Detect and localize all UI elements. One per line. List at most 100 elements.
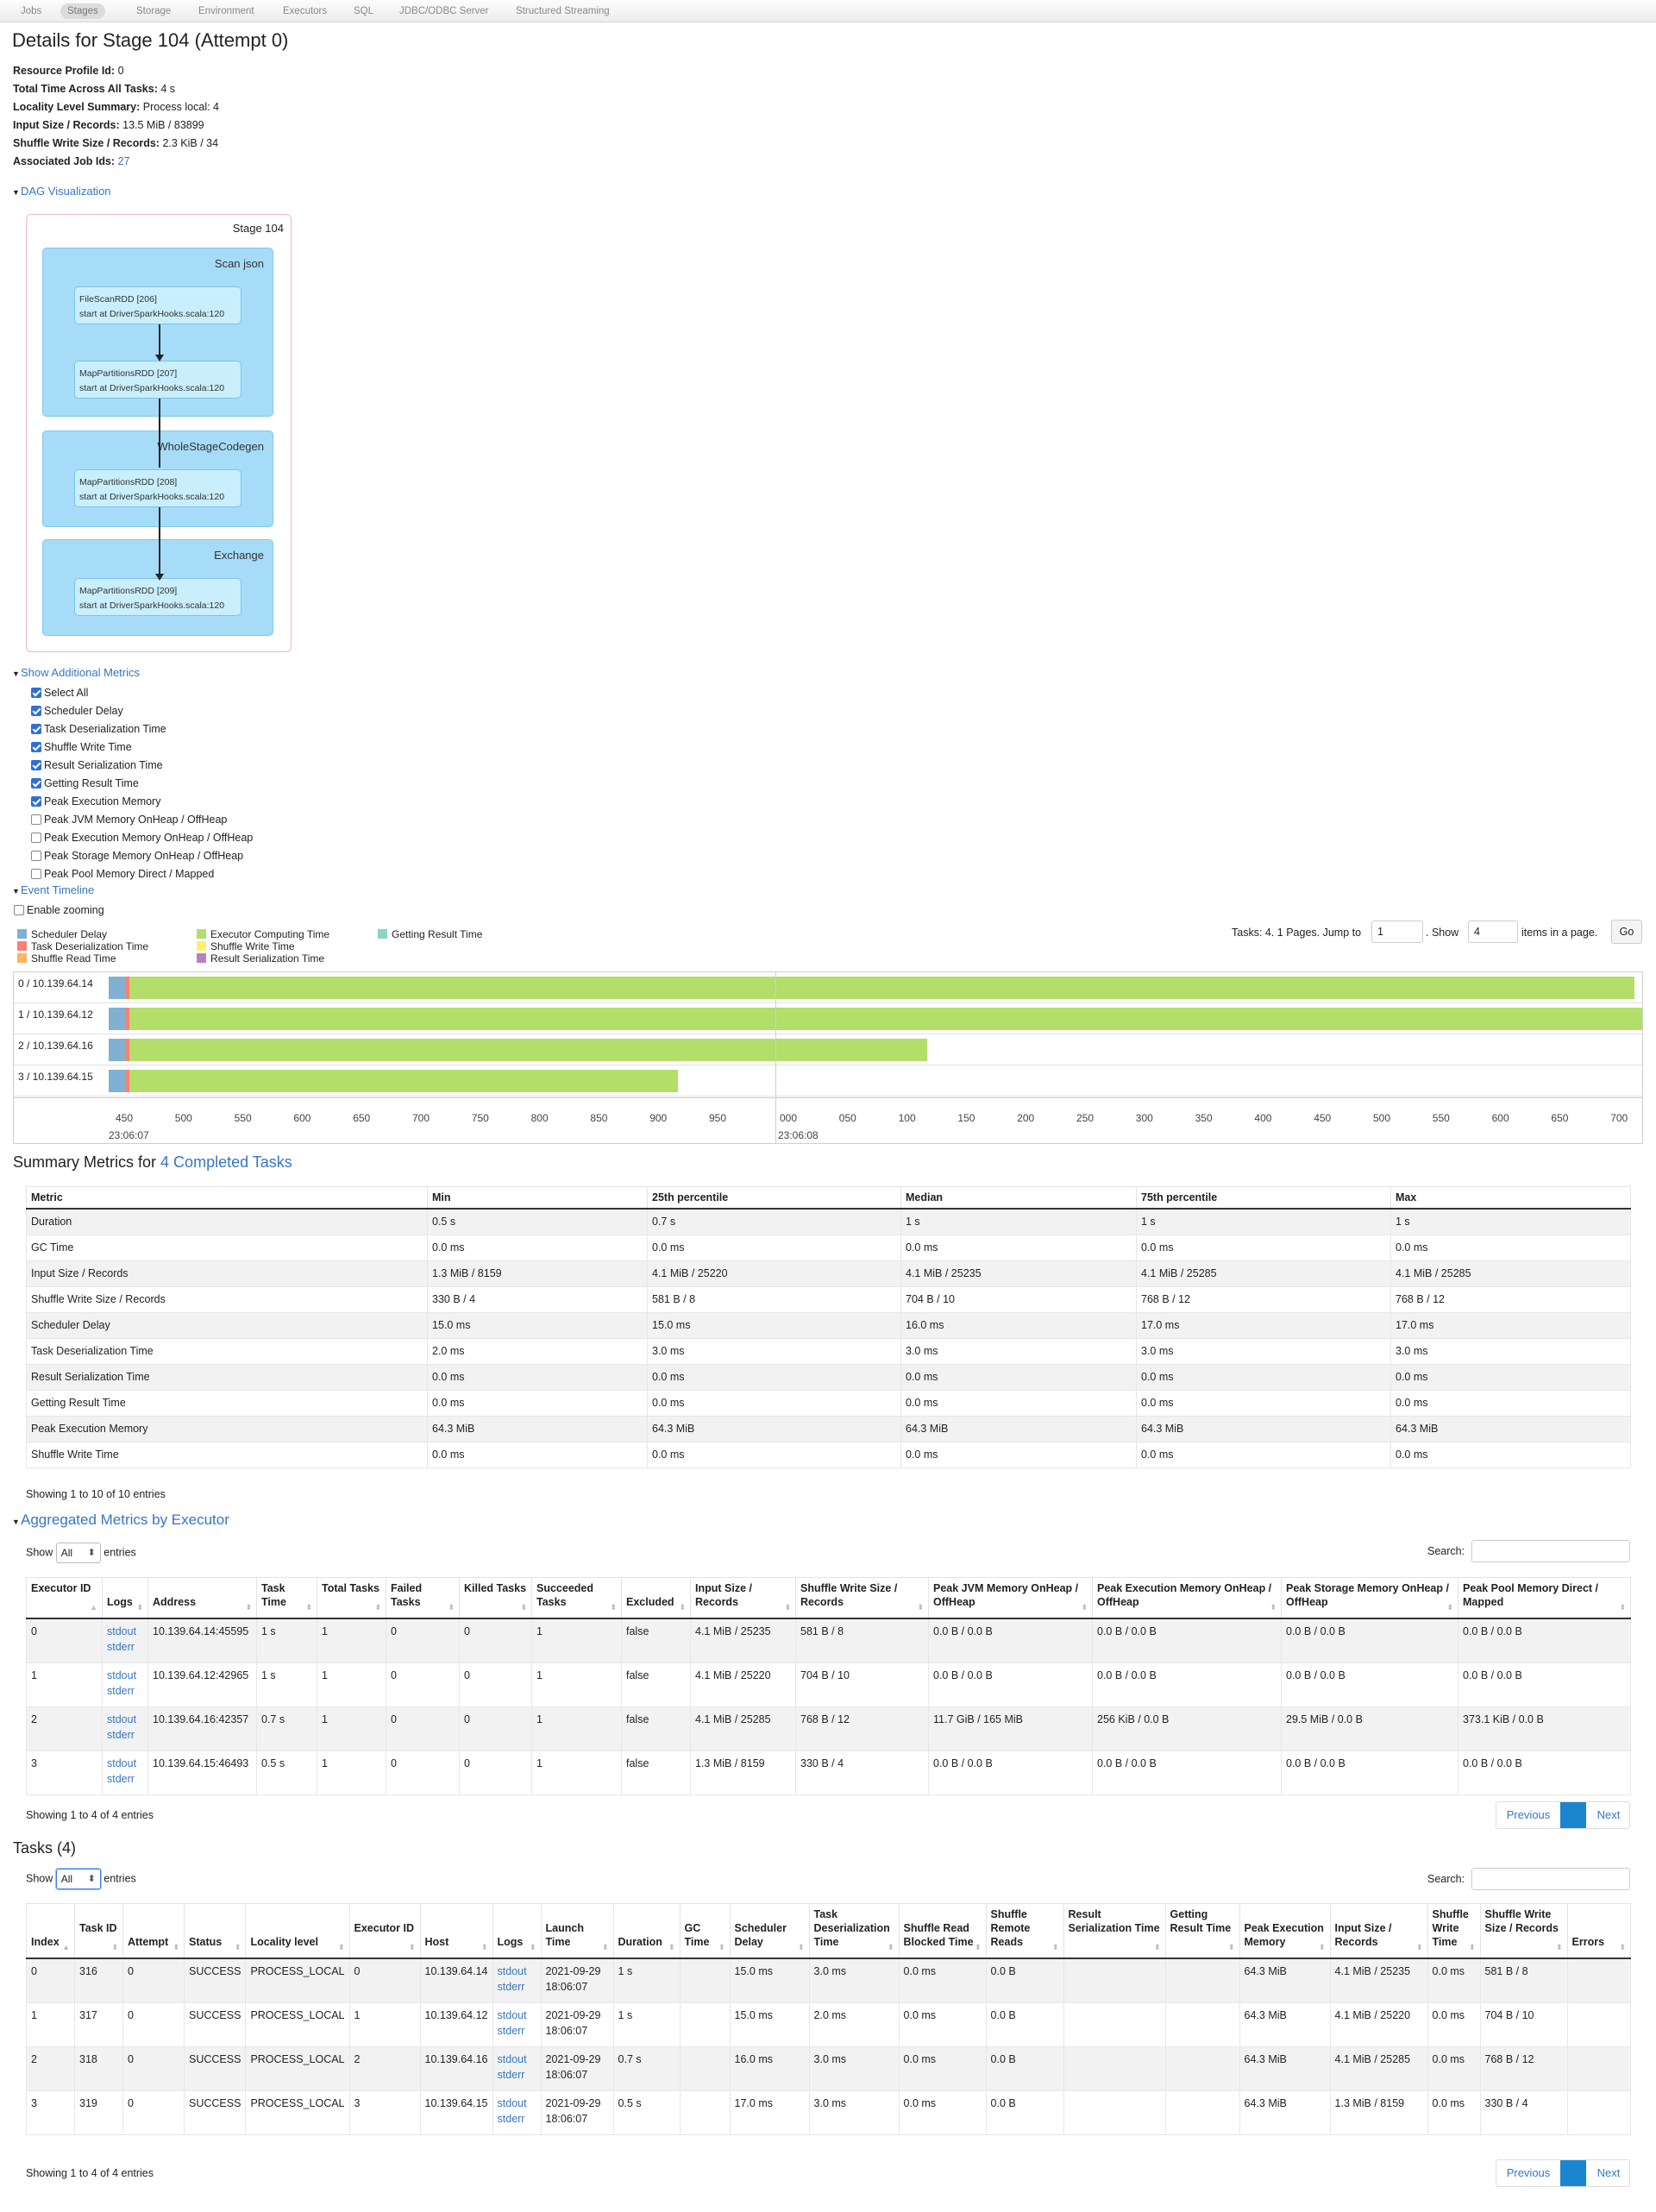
column-header[interactable]: Peak Execution Memory OnHeap / OffHeap ⬍ (1092, 1577, 1282, 1619)
column-header[interactable]: Peak JVM Memory OnHeap / OffHeap ⬍ (928, 1577, 1093, 1619)
column-header[interactable]: Executor ID ▲ (26, 1577, 103, 1619)
task-bar[interactable] (109, 1070, 678, 1092)
checkbox[interactable] (31, 851, 41, 861)
column-header[interactable]: Launch Time ⬍ (540, 1903, 614, 1959)
column-header[interactable]: 75th percentile (1136, 1186, 1391, 1210)
items-per-page-input[interactable]: 4 (1468, 921, 1518, 943)
column-header[interactable]: Task Deserialization Time ⬍ (808, 1903, 900, 1959)
nav-tab-stages[interactable]: Stages (60, 3, 105, 19)
checkbox[interactable] (31, 778, 41, 789)
checkbox[interactable] (31, 814, 41, 825)
nav-tab-jdbc-odbc[interactable]: JDBC/ODBC Server (392, 3, 496, 19)
metric-checkbox-row[interactable]: Peak Pool Memory Direct / Mapped (31, 865, 214, 883)
column-header[interactable]: Duration ⬍ (612, 1903, 681, 1959)
column-header[interactable]: Peak Pool Memory Direct / Mapped ⬍ (1458, 1577, 1631, 1619)
column-header[interactable]: Total Tasks ⬍ (317, 1577, 386, 1619)
jump-to-page-input[interactable]: 1 (1371, 921, 1423, 943)
metric-checkbox-row[interactable]: Peak JVM Memory OnHeap / OffHeap (31, 811, 227, 828)
column-header[interactable]: Index ▲ (26, 1903, 75, 1959)
column-header[interactable]: Host ⬍ (419, 1903, 493, 1959)
dag-rdd-node[interactable]: FileScanRDD [206] start at DriverSparkHoo… (74, 286, 242, 324)
column-header[interactable]: Excluded ⬍ (621, 1577, 691, 1619)
metric-checkbox-row[interactable]: Getting Result Time (31, 775, 139, 792)
completed-tasks-link[interactable]: 4 Completed Tasks (160, 1153, 292, 1171)
metric-checkbox-row[interactable]: Shuffle Write Time (31, 738, 132, 756)
stdout-link[interactable]: stdout (107, 1756, 143, 1771)
column-header[interactable]: 25th percentile (647, 1186, 901, 1210)
dag-rdd-node[interactable]: MapPartitionsRDD [209] start at DriverSpa… (74, 578, 242, 616)
column-header[interactable]: Logs ⬍ (102, 1577, 148, 1619)
page-1-button[interactable] (1560, 2160, 1586, 2186)
column-header[interactable]: Shuffle Read Blocked Time ⬍ (898, 1903, 987, 1959)
checkbox[interactable] (31, 796, 41, 807)
column-header[interactable]: Locality level ⬍ (245, 1903, 350, 1959)
stderr-link[interactable]: stderr (107, 1683, 143, 1699)
column-header[interactable]: Min (427, 1186, 648, 1210)
column-header[interactable]: Metric (26, 1186, 428, 1210)
next-button[interactable]: Next (1586, 2160, 1629, 2186)
column-header[interactable]: Shuffle Write Size / Records ⬍ (1479, 1903, 1568, 1959)
checkbox[interactable] (31, 724, 41, 734)
dag-visualization-toggle[interactable]: ▼DAG Visualization (12, 185, 111, 198)
next-button[interactable]: Next (1586, 1802, 1629, 1828)
entries-select[interactable]: All (55, 1543, 101, 1563)
column-header[interactable]: Failed Tasks ⬍ (386, 1577, 460, 1619)
column-header[interactable]: Peak Storage Memory OnHeap / OffHeap ⬍ (1281, 1577, 1458, 1619)
checkbox[interactable] (31, 688, 41, 698)
previous-button[interactable]: Previous (1496, 1802, 1560, 1828)
metric-checkbox-row[interactable]: Result Serialization Time (31, 757, 163, 774)
metric-checkbox-row[interactable]: Peak Execution Memory (31, 793, 160, 810)
nav-tab-storage[interactable]: Storage (129, 3, 178, 19)
nav-tab-sql[interactable]: SQL (347, 3, 380, 19)
nav-tab-executors[interactable]: Executors (276, 3, 334, 19)
stderr-link[interactable]: stderr (498, 2111, 536, 2127)
stdout-link[interactable]: stdout (498, 2008, 536, 2023)
executor-search-input[interactable] (1471, 1540, 1630, 1562)
metric-checkbox-row[interactable]: Task Deserialization Time (31, 720, 166, 738)
column-header[interactable]: Attempt ⬍ (122, 1903, 185, 1959)
column-header[interactable]: Shuffle Remote Reads ⬍ (985, 1903, 1064, 1959)
job-id-link[interactable]: 27 (118, 155, 130, 167)
event-timeline-toggle[interactable]: ▼Event Timeline (12, 883, 94, 896)
column-header[interactable]: Input Size / Records ⬍ (690, 1577, 796, 1619)
nav-tab-jobs[interactable]: Jobs (14, 3, 48, 19)
task-bar[interactable] (109, 977, 1634, 999)
stderr-link[interactable]: stderr (107, 1639, 143, 1655)
stdout-link[interactable]: stdout (498, 2052, 536, 2067)
nav-tab-structured-streaming[interactable]: Structured Streaming (509, 3, 617, 19)
additional-metrics-toggle[interactable]: ▼Show Additional Metrics (12, 666, 140, 679)
page-1-button[interactable] (1560, 1802, 1586, 1828)
task-search-input[interactable] (1471, 1868, 1630, 1890)
checkbox[interactable] (31, 833, 41, 843)
stderr-link[interactable]: stderr (107, 1727, 143, 1743)
checkbox[interactable] (31, 869, 41, 879)
stderr-link[interactable]: stderr (107, 1771, 143, 1787)
stdout-link[interactable]: stdout (498, 1964, 536, 1979)
column-header[interactable]: Shuffle Write Size / Records ⬍ (795, 1577, 929, 1619)
stdout-link[interactable]: stdout (107, 1668, 143, 1683)
column-header[interactable]: Scheduler Delay ⬍ (729, 1903, 810, 1959)
stderr-link[interactable]: stderr (498, 1979, 536, 1995)
metric-checkbox-row[interactable]: Peak Execution Memory OnHeap / OffHeap (31, 829, 253, 846)
nav-tab-environment[interactable]: Environment (191, 3, 261, 19)
enable-zooming-checkbox[interactable]: Enable zooming (14, 902, 104, 919)
column-header[interactable]: Succeeded Tasks ⬍ (531, 1577, 622, 1619)
column-header[interactable]: Address ⬍ (147, 1577, 257, 1619)
column-header[interactable]: Status ⬍ (183, 1903, 247, 1959)
column-header[interactable]: Shuffle Write Time ⬍ (1427, 1903, 1481, 1959)
column-header[interactable]: Max (1390, 1186, 1631, 1210)
checkbox[interactable] (31, 742, 41, 752)
column-header[interactable]: GC Time ⬍ (679, 1903, 731, 1959)
column-header[interactable]: Task Time ⬍ (256, 1577, 317, 1619)
previous-button[interactable]: Previous (1496, 2160, 1560, 2186)
dag-rdd-node[interactable]: MapPartitionsRDD [208] start at DriverSpa… (74, 469, 242, 507)
go-button[interactable]: Go (1611, 920, 1642, 944)
column-header[interactable]: Executor ID ⬍ (348, 1903, 421, 1959)
checkbox[interactable] (14, 905, 24, 915)
column-header[interactable]: Logs ⬍ (492, 1903, 542, 1959)
task-bar[interactable] (109, 1039, 927, 1061)
checkbox[interactable] (31, 760, 41, 770)
column-header[interactable]: Input Size / Records ⬍ (1329, 1903, 1428, 1959)
metric-checkbox-row[interactable]: Peak Storage Memory OnHeap / OffHeap (31, 847, 243, 864)
checkbox[interactable] (31, 706, 41, 716)
